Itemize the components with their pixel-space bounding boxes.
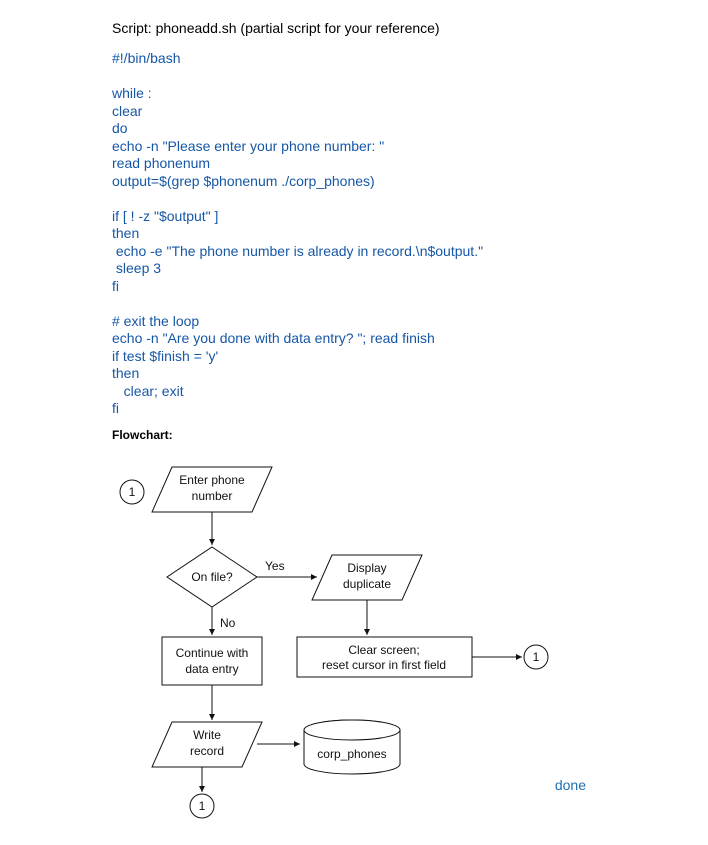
db-label: corp_phones: [317, 747, 386, 761]
enter-phone-text1: Enter phone: [179, 473, 245, 487]
clear-text2: reset cursor in first field: [322, 658, 446, 672]
no-label: No: [220, 616, 236, 630]
write-text2: record: [190, 744, 224, 758]
clear-text1: Clear screen;: [348, 643, 419, 657]
continue-text1: Continue with: [176, 646, 249, 660]
document-page: Script: phoneadd.sh (partial script for …: [0, 0, 708, 807]
script-code-block: #!/bin/bash while : clear do echo -n "Pl…: [112, 50, 688, 418]
display-text2: duplicate: [343, 577, 391, 591]
connector-label-right: 1: [533, 650, 540, 664]
onfile-text: On file?: [191, 570, 233, 584]
display-text1: Display: [347, 561, 386, 575]
connector-label-top: 1: [129, 485, 136, 499]
continue-text2: data entry: [185, 662, 238, 676]
enter-phone-text2: number: [192, 489, 233, 503]
script-title: Script: phoneadd.sh (partial script for …: [112, 20, 688, 36]
continue-box: [162, 637, 262, 685]
flowchart-label: Flowchart:: [112, 428, 688, 442]
write-text1: Write: [193, 728, 221, 742]
yes-label: Yes: [265, 559, 285, 573]
connector-label-bottom: 1: [199, 799, 206, 813]
done-link[interactable]: done: [555, 777, 586, 793]
